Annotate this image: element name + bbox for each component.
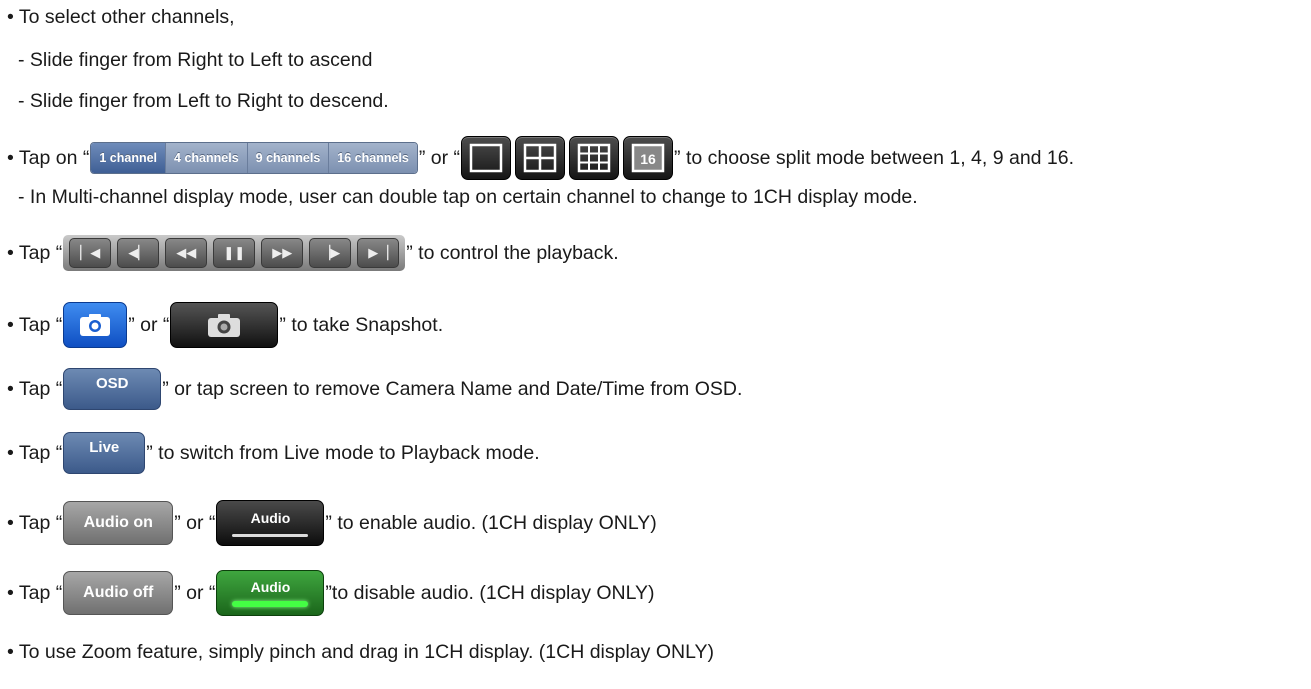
- split-1-icon[interactable]: [461, 136, 512, 180]
- split-9-icon[interactable]: [569, 136, 620, 180]
- audio-off-button[interactable]: Audio off: [63, 571, 174, 615]
- bullet-audio-off: • Tap “ Audio off ” or “ Audio ”to disab…: [7, 570, 655, 616]
- text-audio-off-post: ”to disable audio. (1CH display ONLY): [325, 581, 655, 604]
- snapshot-black-button[interactable]: [170, 302, 279, 348]
- text-live-post: ” to switch from Live mode to Playback m…: [146, 441, 540, 464]
- split-button-group: 16: [461, 136, 674, 180]
- segment-16-channels[interactable]: 16 channels: [328, 143, 417, 173]
- split-16-label: 16: [640, 151, 656, 167]
- text-snapshot-pre: • Tap “: [7, 313, 63, 336]
- bullet-split-mode: • Tap on “ 1 channel 4 channels 9 channe…: [7, 136, 1074, 180]
- snapshot-blue-button[interactable]: [63, 302, 128, 348]
- bullet-audio-on: • Tap “ Audio on ” or “ Audio ” to enabl…: [7, 500, 657, 546]
- sub-descend: - Slide finger from Left to Right to des…: [18, 90, 389, 113]
- bullet-select-channels: • To select other channels,: [7, 6, 235, 29]
- split-4-icon[interactable]: [515, 136, 566, 180]
- bullet-live: • Tap “ Live ” to switch from Live mode …: [7, 432, 540, 474]
- step-back-icon[interactable]: ◀▏: [117, 238, 160, 268]
- live-button[interactable]: Live: [63, 432, 146, 474]
- text-osd-post: ” or tap screen to remove Camera Name an…: [162, 377, 743, 400]
- text-audio-on-pre: • Tap “: [7, 511, 63, 534]
- audio-level-bar-on: [232, 601, 309, 607]
- segment-9-channels[interactable]: 9 channels: [246, 143, 329, 173]
- camera-icon: [80, 314, 111, 336]
- split-16-icon[interactable]: 16: [623, 136, 674, 180]
- bullet-playback: • Tap “ ▏◀ ◀▏ ◀◀ ❚❚ ▶▶ ▕▶ ▶▕ ” to contro…: [7, 235, 619, 271]
- camera-icon-dark: [208, 314, 241, 337]
- text-split-pre: • Tap on “: [7, 146, 90, 169]
- audio-green-label: Audio: [250, 579, 291, 595]
- audio-green-button[interactable]: Audio: [216, 570, 325, 616]
- text-audio-off-pre: • Tap “: [7, 581, 63, 604]
- rewind-icon[interactable]: ◀◀: [165, 238, 208, 268]
- text-playback-pre: • Tap “: [7, 241, 63, 264]
- pause-icon[interactable]: ❚❚: [213, 238, 256, 268]
- segment-1-channel[interactable]: 1 channel: [91, 143, 166, 173]
- osd-button[interactable]: OSD: [63, 368, 162, 410]
- audio-black-button[interactable]: Audio: [216, 500, 325, 546]
- text-audio-on-mid: ” or “: [174, 511, 216, 534]
- text-snapshot-mid: ” or “: [128, 313, 170, 336]
- text-osd-pre: • Tap “: [7, 377, 63, 400]
- text-audio-off-mid: ” or “: [174, 581, 216, 604]
- audio-on-button[interactable]: Audio on: [63, 501, 174, 545]
- bullet-zoom: • To use Zoom feature, simply pinch and …: [7, 641, 714, 664]
- audio-level-bar-off: [232, 533, 309, 537]
- text-playback-post: ” to control the playback.: [406, 241, 619, 264]
- text-snapshot-post: ” to take Snapshot.: [279, 313, 444, 336]
- text-split-post: ” to choose split mode between 1, 4, 9 a…: [674, 146, 1075, 169]
- fast-forward-icon[interactable]: ▶▶: [261, 238, 304, 268]
- text-zoom: • To use Zoom feature, simply pinch and …: [7, 641, 714, 663]
- skip-start-icon[interactable]: ▏◀: [69, 238, 112, 268]
- text-descend: - Slide finger from Left to Right to des…: [18, 90, 389, 112]
- bullet-snapshot: • Tap “ ” or “ ” to take Snapshot.: [7, 302, 443, 348]
- text-audio-on-post: ” to enable audio. (1CH display ONLY): [325, 511, 657, 534]
- text-ascend: - Slide finger from Right to Left to asc…: [18, 49, 373, 71]
- segment-4-channels[interactable]: 4 channels: [165, 143, 247, 173]
- skip-end-icon[interactable]: ▶▕: [357, 238, 400, 268]
- sub-ascend: - Slide finger from Right to Left to asc…: [18, 49, 372, 72]
- audio-black-label: Audio: [250, 509, 291, 526]
- text-select-channels: • To select other channels,: [7, 6, 235, 28]
- bullet-osd: • Tap “ OSD ” or tap screen to remove Ca…: [7, 368, 742, 410]
- channel-segmented-control: 1 channel 4 channels 9 channels 16 chann…: [90, 142, 418, 174]
- text-split-mid: ” or “: [418, 146, 461, 169]
- text-multichannel: - In Multi-channel display mode, user ca…: [18, 186, 918, 208]
- playback-control-bar: ▏◀ ◀▏ ◀◀ ❚❚ ▶▶ ▕▶ ▶▕: [63, 235, 406, 271]
- text-live-pre: • Tap “: [7, 441, 63, 464]
- step-forward-icon[interactable]: ▕▶: [309, 238, 352, 268]
- sub-multichannel: - In Multi-channel display mode, user ca…: [18, 186, 918, 209]
